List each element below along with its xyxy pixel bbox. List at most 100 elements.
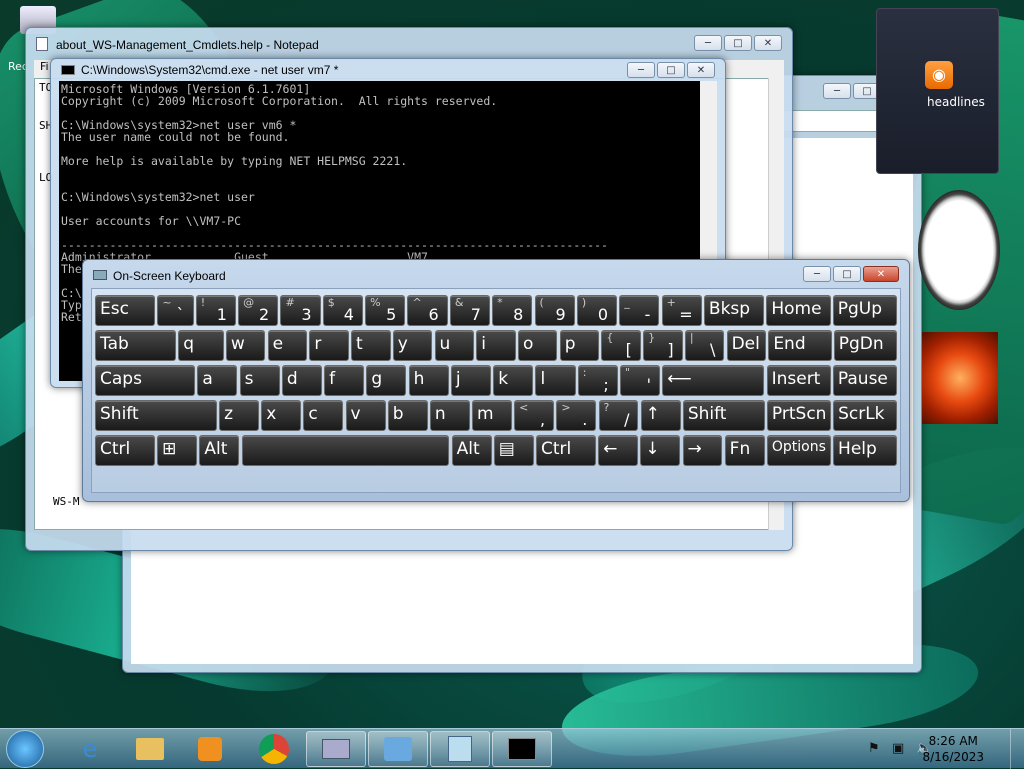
key-options[interactable]: Options: [766, 435, 831, 466]
key-bksp[interactable]: Bksp: [703, 295, 765, 326]
key-[interactable]: <,: [514, 400, 555, 431]
key-6[interactable]: ^ 6: [407, 295, 448, 326]
key-alt[interactable]: Alt: [451, 435, 492, 466]
on-screen-keyboard[interactable]: On-Screen Keyboard ─ □ ✕ Esc ~ `! 1 @2 #3 $4% 5 ^ 6…: [82, 259, 910, 502]
notepad-taskbar-button[interactable]: [430, 731, 490, 767]
key-fn[interactable]: Fn: [724, 435, 765, 466]
network-icon[interactable]: ▣: [892, 741, 904, 756]
key-l[interactable]: l: [535, 365, 576, 396]
key-r[interactable]: r: [309, 330, 349, 361]
close-button[interactable]: ✕: [863, 266, 899, 282]
key-7[interactable]: & 7: [449, 295, 490, 326]
key-pause[interactable]: Pause: [832, 365, 897, 396]
key-[interactable]: >.: [556, 400, 597, 431]
key-[interactable]: ←: [598, 435, 639, 466]
key-help[interactable]: Help: [833, 435, 897, 466]
key-insert[interactable]: Insert: [766, 365, 831, 396]
key-shift[interactable]: Shift: [95, 400, 217, 431]
key-e[interactable]: e: [267, 330, 308, 361]
key-a[interactable]: a: [197, 365, 238, 396]
close-button[interactable]: ✕: [754, 35, 782, 51]
flag-icon[interactable]: ⚑: [868, 741, 880, 756]
key-[interactable]: ▤: [493, 435, 534, 466]
key-y[interactable]: y: [392, 330, 433, 361]
key-x[interactable]: x: [261, 400, 302, 431]
key-[interactable]: ↓: [640, 435, 681, 466]
minimize-button[interactable]: ─: [823, 83, 851, 99]
osk-taskbar-button[interactable]: [306, 731, 366, 767]
key-home[interactable]: Home: [766, 295, 831, 326]
maximize-button[interactable]: □: [724, 35, 752, 51]
key-del[interactable]: Del: [726, 330, 767, 361]
key-v[interactable]: v: [345, 400, 386, 431]
key-9[interactable]: (9: [534, 295, 575, 326]
key-[interactable]: ~ `: [157, 295, 194, 326]
media-player-icon[interactable]: [180, 731, 240, 767]
key-[interactable]: | \: [684, 330, 725, 361]
key-b[interactable]: b: [387, 400, 428, 431]
key-tab[interactable]: Tab: [95, 330, 177, 361]
explorer-icon[interactable]: [120, 731, 180, 767]
key-pgup[interactable]: PgUp: [832, 295, 897, 326]
key-f[interactable]: f: [324, 365, 365, 396]
system-clock[interactable]: 8:26 AM 8/16/2023: [922, 733, 984, 765]
minimize-button[interactable]: ─: [803, 266, 831, 282]
key-4[interactable]: $4: [322, 295, 363, 326]
key-[interactable]: ⊞: [157, 435, 198, 466]
key-[interactable]: ↑: [640, 400, 681, 431]
key-g[interactable]: g: [366, 365, 407, 396]
chrome-icon[interactable]: [244, 731, 304, 767]
key-1[interactable]: ! 1: [195, 295, 236, 326]
key-[interactable]: ⟵: [662, 365, 765, 396]
ie-icon[interactable]: e: [60, 731, 120, 767]
key-k[interactable]: k: [493, 365, 534, 396]
key-shift[interactable]: Shift: [682, 400, 765, 431]
key-d[interactable]: d: [281, 365, 322, 396]
key-[interactable]: :;: [577, 365, 618, 396]
key-c[interactable]: c: [303, 400, 344, 431]
key-i[interactable]: i: [476, 330, 516, 361]
key-[interactable]: }]: [643, 330, 683, 361]
maximize-button[interactable]: □: [833, 266, 861, 282]
show-desktop-button[interactable]: [1010, 729, 1024, 769]
key-[interactable]: →: [682, 435, 723, 466]
key-ctrl[interactable]: Ctrl: [95, 435, 155, 466]
key-o[interactable]: o: [517, 330, 558, 361]
key-end[interactable]: End: [768, 330, 832, 361]
headlines-gadget[interactable]: ◉ headlines: [876, 8, 999, 174]
start-button[interactable]: [6, 730, 44, 768]
key-[interactable]: ? /: [598, 400, 639, 431]
key-prtscn[interactable]: PrtScn: [766, 400, 831, 431]
key-pgdn[interactable]: PgDn: [833, 330, 897, 361]
key-[interactable]: + =: [661, 295, 702, 326]
key-u[interactable]: u: [434, 330, 475, 361]
maximize-button[interactable]: □: [657, 62, 685, 78]
key-q[interactable]: q: [178, 330, 224, 361]
key-n[interactable]: n: [429, 400, 470, 431]
key-3[interactable]: #3: [280, 295, 321, 326]
key-[interactable]: _ -: [619, 295, 660, 326]
key-w[interactable]: w: [225, 330, 266, 361]
key-s[interactable]: s: [239, 365, 280, 396]
key-[interactable]: " ': [619, 365, 661, 396]
key-j[interactable]: j: [450, 365, 491, 396]
key-t[interactable]: t: [351, 330, 391, 361]
control-panel-taskbar-button[interactable]: [368, 731, 428, 767]
key-z[interactable]: z: [219, 400, 260, 431]
close-button[interactable]: ✕: [687, 62, 715, 78]
key-h[interactable]: h: [408, 365, 449, 396]
key-p[interactable]: p: [559, 330, 600, 361]
key-[interactable]: {[: [601, 330, 641, 361]
key-alt[interactable]: Alt: [199, 435, 240, 466]
minimize-button[interactable]: ─: [627, 62, 655, 78]
key-esc[interactable]: Esc: [95, 295, 156, 326]
key-ctrl[interactable]: Ctrl: [535, 435, 596, 466]
key-5[interactable]: % 5: [365, 295, 406, 326]
cmd-taskbar-button[interactable]: [492, 731, 552, 767]
key-0[interactable]: ) 0: [576, 295, 617, 326]
key-2[interactable]: @2: [238, 295, 279, 326]
key-caps[interactable]: Caps: [95, 365, 196, 396]
key-scrlk[interactable]: ScrLk: [833, 400, 897, 431]
clock-gadget[interactable]: [918, 190, 1000, 310]
key-m[interactable]: m: [472, 400, 512, 431]
